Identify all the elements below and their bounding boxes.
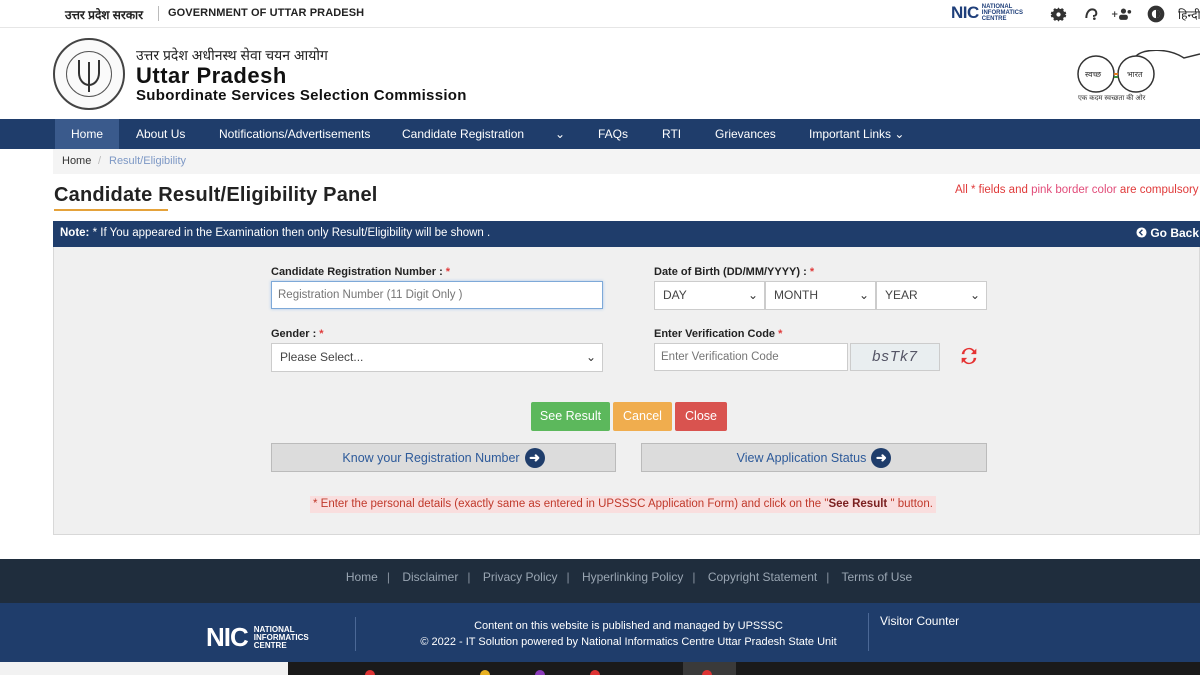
taskbar-app-icon[interactable] xyxy=(702,670,712,675)
swachh-bharat-logo: स्वच्छ भारत एक कदम स्वच्छता की ओर xyxy=(1074,49,1200,110)
notice-bar: Note: * If You appeared in the Examinati… xyxy=(53,221,1200,247)
gender-label: Gender : * xyxy=(271,328,324,340)
nic-logo-small[interactable]: NIC NATIONAL INFORMATICS CENTRE xyxy=(951,3,1026,22)
os-taskbar xyxy=(0,662,1200,675)
breadcrumb-home[interactable]: Home xyxy=(62,155,91,167)
form-panel xyxy=(53,247,1200,535)
breadcrumb-separator: / xyxy=(98,155,102,167)
close-button[interactable]: Close xyxy=(675,402,727,431)
font-size-icon[interactable]: + xyxy=(1111,4,1133,24)
language-switch[interactable]: हिन्दी xyxy=(1178,6,1200,23)
up-emblem-logo[interactable] xyxy=(53,38,125,110)
chevron-down-icon: ⌄ xyxy=(585,350,596,364)
footer-credits: Content on this website is published and… xyxy=(420,620,837,648)
dob-month-select[interactable]: MONTH ⌄ xyxy=(765,281,876,310)
back-arrow-icon xyxy=(1136,227,1147,238)
header-title: Uttar Pradesh xyxy=(136,63,287,88)
top-bar: उत्तर प्रदेश सरकार GOVERNMENT OF UTTAR P… xyxy=(0,0,1200,28)
contrast-icon[interactable] xyxy=(1145,4,1167,24)
view-status-button[interactable]: View Application Status ➜ xyxy=(641,443,987,472)
reg-number-label: Candidate Registration Number : * xyxy=(271,266,451,278)
nic-logo-subtitle: NATIONAL INFORMATICS CENTRE xyxy=(981,4,1023,22)
page-title: Candidate Result/Eligibility Panel xyxy=(54,184,378,206)
verification-label: Enter Verification Code * xyxy=(654,328,783,340)
title-underline xyxy=(54,209,168,211)
site-header: उत्तर प्रदेश अधीनस्थ सेवा चयन आयोग Uttar… xyxy=(0,28,1200,119)
instruction-hint: * Enter the personal details (exactly sa… xyxy=(310,496,936,513)
nav-grievances[interactable]: Grievances xyxy=(715,119,776,149)
main-nav: Home About Us Notifications/Advertisemen… xyxy=(0,119,1200,149)
breadcrumb: Home / Result/Eligibility xyxy=(53,149,1200,174)
nav-candidate-registration[interactable]: Candidate Registration xyxy=(402,119,524,149)
know-registration-label: Know your Registration Number xyxy=(342,450,520,465)
swachh-left-text: स्वच्छ xyxy=(1085,70,1102,79)
nav-faqs[interactable]: FAQs xyxy=(598,119,628,149)
notice-text: Note: * If You appeared in the Examinati… xyxy=(60,227,491,239)
footer-link-terms[interactable]: Terms of Use xyxy=(841,570,912,584)
header-subtitle: Subordinate Services Selection Commissio… xyxy=(136,87,467,104)
footer-link-copyright[interactable]: Copyright Statement xyxy=(708,570,817,584)
verification-code-input[interactable] xyxy=(654,343,848,371)
chevron-down-icon: ⌄ xyxy=(969,288,980,302)
footer-info-bar: NIC NATIONAL INFORMATICS CENTRE Content on… xyxy=(0,603,1200,662)
footer-link-privacy[interactable]: Privacy Policy xyxy=(483,570,558,584)
taskbar-app-icon[interactable] xyxy=(365,670,375,675)
gender-select[interactable]: Please Select... ⌄ xyxy=(271,343,603,372)
gov-hindi-label: उत्तर प्रदेश सरकार xyxy=(65,8,144,22)
taskbar-app-icon[interactable] xyxy=(535,670,545,675)
go-back-button[interactable]: Go Back xyxy=(1136,226,1199,240)
dob-year-select[interactable]: YEAR ⌄ xyxy=(876,281,987,310)
nav-important-links[interactable]: Important Links ⌄ xyxy=(809,119,904,149)
gov-english-label: GOVERNMENT OF UTTAR PRADESH xyxy=(168,7,365,19)
nav-about-us[interactable]: About Us xyxy=(136,119,185,149)
topbar-divider xyxy=(158,6,159,21)
settings-icon[interactable] xyxy=(1047,4,1069,24)
see-result-button[interactable]: See Result xyxy=(531,402,610,431)
nav-rti[interactable]: RTI xyxy=(662,119,681,149)
swachh-tagline: एक कदम स्वच्छता की ओर xyxy=(1078,95,1146,102)
nic-logo-text: NIC xyxy=(951,3,979,22)
captcha-image: bsTk7 xyxy=(850,343,940,371)
breadcrumb-current: Result/Eligibility xyxy=(109,155,187,167)
arrow-right-icon: ➜ xyxy=(871,447,892,468)
dob-label: Date of Birth (DD/MM/YYYY) : * xyxy=(654,266,815,278)
nav-home[interactable]: Home xyxy=(55,119,120,149)
required-fields-note: All * fields and pink border color are c… xyxy=(955,184,1199,196)
footer-divider xyxy=(355,617,356,651)
footer-link-hyperlinking[interactable]: Hyperlinking Policy xyxy=(582,570,683,584)
taskbar-app-icon[interactable] xyxy=(590,670,600,675)
footer-divider xyxy=(868,613,869,651)
chevron-down-icon[interactable]: ⌄ xyxy=(555,119,565,149)
chevron-down-icon: ⌄ xyxy=(747,288,758,302)
accessibility-audio-icon[interactable] xyxy=(1080,4,1102,24)
chevron-down-icon: ⌄ xyxy=(858,288,869,302)
footer-link-home[interactable]: Home xyxy=(346,570,378,584)
nic-logo-footer[interactable]: NIC NATIONAL INFORMATICS CENTRE xyxy=(206,622,309,653)
reg-number-input[interactable] xyxy=(271,281,603,309)
dob-day-select[interactable]: DAY ⌄ xyxy=(654,281,765,310)
view-status-label: View Application Status xyxy=(736,450,867,465)
footer-link-disclaimer[interactable]: Disclaimer xyxy=(402,570,458,584)
know-registration-button[interactable]: Know your Registration Number ➜ xyxy=(271,443,616,472)
nav-notifications[interactable]: Notifications/Advertisements xyxy=(219,119,370,149)
swachh-right-text: भारत xyxy=(1127,70,1143,79)
refresh-captcha-icon[interactable] xyxy=(957,345,981,369)
cancel-button[interactable]: Cancel xyxy=(613,402,672,431)
taskbar-app-icon[interactable] xyxy=(480,670,490,675)
visitor-counter: Visitor Counter xyxy=(880,614,960,628)
arrow-right-icon: ➜ xyxy=(524,447,545,468)
svg-text:+: + xyxy=(1111,10,1118,20)
footer-links-bar: Home | Disclaimer | Privacy Policy | Hyperl… xyxy=(0,559,1200,603)
